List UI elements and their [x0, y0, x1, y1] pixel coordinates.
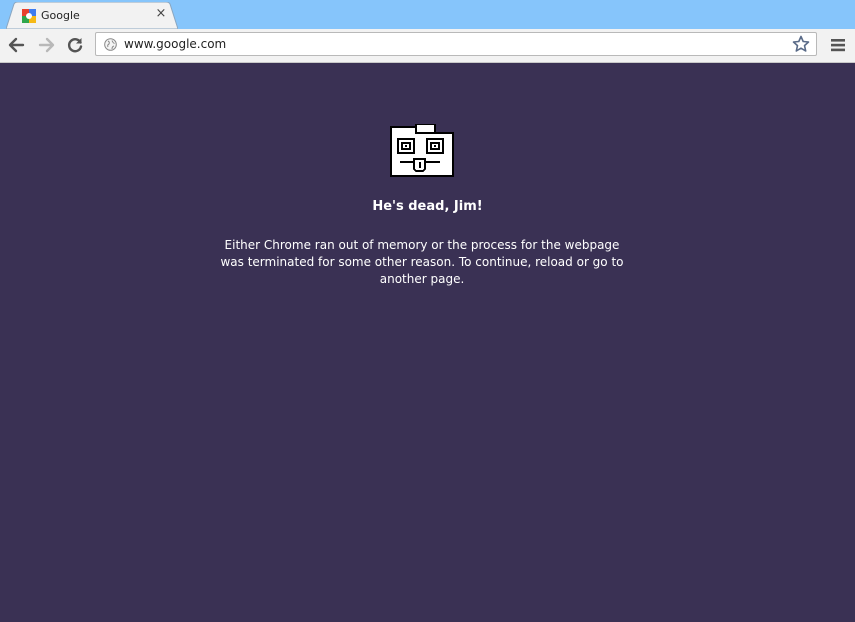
crash-page: He's dead, Jim! Either Chrome ran out of… — [0, 63, 855, 622]
hamburger-menu-icon[interactable] — [830, 37, 846, 53]
tab-title: Google — [41, 9, 80, 22]
globe-icon — [104, 38, 117, 51]
star-icon[interactable] — [792, 35, 810, 53]
reload-icon[interactable] — [65, 35, 85, 55]
browser-toolbar: www.google.com — [0, 29, 855, 63]
google-favicon-icon — [22, 9, 36, 23]
back-arrow-icon[interactable] — [7, 35, 27, 55]
browser-window: Google × www.google.com He's dead, Jim! … — [0, 0, 855, 622]
crash-message: Either Chrome ran out of memory or the p… — [220, 238, 624, 286]
tab-google[interactable]: Google × — [6, 2, 178, 29]
tab-strip: Google × — [0, 0, 855, 29]
url-text[interactable]: www.google.com — [124, 37, 226, 51]
forward-arrow-icon[interactable] — [36, 35, 56, 55]
sad-tab-icon — [390, 124, 454, 177]
crash-title: He's dead, Jim! — [372, 199, 483, 214]
address-bar[interactable]: www.google.com — [95, 32, 817, 56]
tab-close-icon[interactable]: × — [155, 7, 167, 21]
